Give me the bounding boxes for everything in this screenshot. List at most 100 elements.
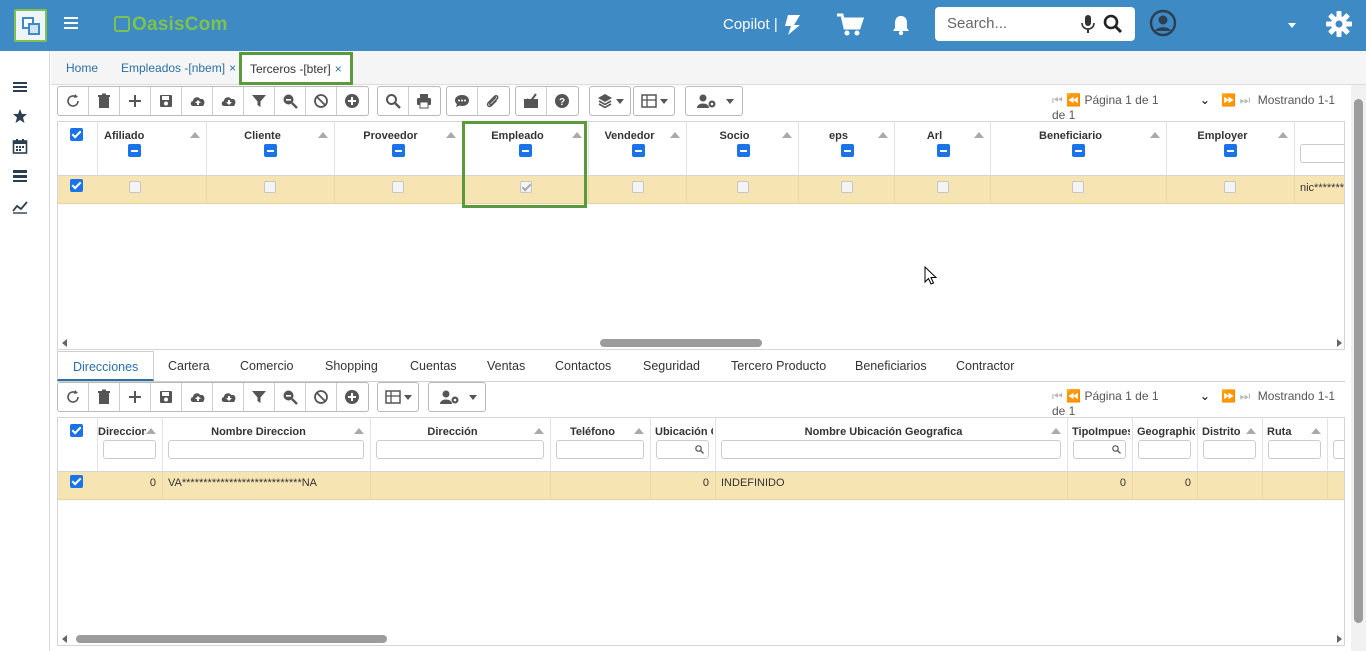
add-button[interactable] <box>120 87 151 115</box>
sort-icon[interactable] <box>782 132 792 138</box>
socio-checkbox[interactable] <box>737 181 749 193</box>
arl-checkbox[interactable] <box>937 181 949 193</box>
add-button[interactable] <box>120 383 151 411</box>
save-button[interactable] <box>151 383 182 411</box>
column-header[interactable]: Beneficiario <box>991 122 1167 176</box>
first-page-icon[interactable]: ⏮ <box>1052 93 1063 107</box>
column-header[interactable]: Nombre Direccion <box>163 418 371 472</box>
table-row[interactable]: nic******* <box>58 176 1344 204</box>
sort-icon[interactable] <box>1246 428 1256 434</box>
column-header[interactable]: eps <box>799 122 895 176</box>
filter-toggle-icon[interactable] <box>841 144 854 157</box>
filter-toggle-icon[interactable] <box>632 144 645 157</box>
search-icon[interactable] <box>695 445 704 454</box>
chat-button[interactable] <box>447 87 478 115</box>
bottom-horizontal-scrollbar[interactable] <box>62 634 1342 644</box>
sort-icon[interactable] <box>190 132 200 138</box>
column-header[interactable]: Socio <box>687 122 799 176</box>
zoom-out-button[interactable] <box>275 383 306 411</box>
last-page-icon[interactable]: ⏭ <box>1240 93 1251 107</box>
tab-tercero-producto[interactable]: Tercero Producto <box>731 351 826 381</box>
column-header[interactable]: Employer <box>1167 122 1295 176</box>
column-header[interactable]: Teléfono <box>551 418 651 472</box>
approve-button[interactable] <box>516 87 547 115</box>
refresh-button[interactable] <box>58 87 89 115</box>
column-header[interactable]: Cliente <box>207 122 335 176</box>
calendar-icon[interactable] <box>12 138 28 154</box>
tab-shopping[interactable]: Shopping <box>325 351 378 381</box>
scroll-right-icon[interactable] <box>1337 339 1342 347</box>
sort-icon[interactable] <box>572 132 582 138</box>
tab-contractor[interactable]: Contractor <box>956 351 1014 381</box>
scroll-right-icon[interactable] <box>1337 635 1342 643</box>
copilot-icon[interactable] <box>780 12 806 38</box>
add-circle-button[interactable] <box>337 383 368 411</box>
filter-toggle-icon[interactable] <box>519 144 532 157</box>
page-select-chevron-icon[interactable]: ⌄ <box>1200 93 1210 107</box>
user-settings-dropdown-button[interactable] <box>429 383 485 411</box>
sort-icon[interactable] <box>1150 132 1160 138</box>
filter-toggle-icon[interactable] <box>1072 144 1085 157</box>
cancel-button[interactable] <box>306 87 337 115</box>
layers-dropdown-button[interactable] <box>590 87 630 115</box>
row-checkbox[interactable] <box>70 475 83 488</box>
search-input[interactable] <box>947 15 1077 32</box>
tab-terceros[interactable]: Terceros -[bter] × <box>239 52 353 85</box>
column-filter-input[interactable] <box>168 440 364 459</box>
scroll-left-icon[interactable] <box>62 635 67 643</box>
scrollbar-thumb[interactable] <box>76 635 387 643</box>
user-settings-dropdown-button[interactable] <box>686 87 742 115</box>
employer-checkbox[interactable] <box>1224 181 1236 193</box>
tab-comercio[interactable]: Comercio <box>240 351 294 381</box>
column-filter-input[interactable] <box>556 440 644 459</box>
tab-home[interactable]: Home <box>66 51 98 85</box>
last-page-icon[interactable]: ⏭ <box>1240 389 1251 403</box>
prev-page-icon[interactable]: ⏪ <box>1066 93 1081 107</box>
vendedor-checkbox[interactable] <box>632 181 644 193</box>
gear-icon[interactable] <box>1325 10 1353 38</box>
filter-toggle-icon[interactable] <box>392 144 405 157</box>
menu-icon[interactable] <box>12 79 28 95</box>
column-header[interactable]: Geographic <box>1133 418 1198 472</box>
tab-cartera[interactable]: Cartera <box>168 351 210 381</box>
sort-icon[interactable] <box>1311 428 1321 434</box>
app-switcher-icon[interactable] <box>14 9 47 42</box>
search-icon[interactable] <box>1112 445 1121 454</box>
empleado-checkbox[interactable] <box>520 181 532 193</box>
scrollbar-thumb[interactable] <box>600 339 762 347</box>
search-icon[interactable] <box>1103 14 1123 34</box>
hamburger-menu-icon[interactable] <box>64 17 78 31</box>
column-filter-input[interactable] <box>1300 144 1344 163</box>
search-records-button[interactable] <box>378 87 409 115</box>
tab-cuentas[interactable]: Cuentas <box>410 351 457 381</box>
sort-icon[interactable] <box>534 428 544 434</box>
prev-page-icon[interactable]: ⏪ <box>1066 389 1081 403</box>
tab-direcciones[interactable]: Direcciones <box>57 351 155 381</box>
column-filter-input[interactable] <box>1138 440 1191 459</box>
microphone-icon[interactable] <box>1081 15 1095 33</box>
sort-icon[interactable] <box>354 428 364 434</box>
column-header[interactable]: Nombre Ubicación Geografica <box>716 418 1068 472</box>
select-all-checkbox[interactable] <box>70 128 83 141</box>
sort-icon[interactable] <box>974 132 984 138</box>
column-header[interactable]: Arl <box>895 122 991 176</box>
filter-button[interactable] <box>244 87 275 115</box>
delete-button[interactable] <box>89 87 120 115</box>
filter-toggle-icon[interactable] <box>737 144 750 157</box>
column-header[interactable]: Afiliado <box>98 122 207 176</box>
download-button[interactable] <box>213 383 244 411</box>
column-filter-input[interactable] <box>721 440 1061 459</box>
tab-beneficiarios[interactable]: Beneficiarios <box>855 351 927 381</box>
filter-button[interactable] <box>244 383 275 411</box>
tab-contactos[interactable]: Contactos <box>555 351 611 381</box>
sort-icon[interactable] <box>446 132 456 138</box>
download-button[interactable] <box>213 87 244 115</box>
scrollbar-thumb[interactable] <box>1354 99 1363 623</box>
save-button[interactable] <box>151 87 182 115</box>
select-all-checkbox[interactable] <box>70 424 83 437</box>
column-header[interactable]: Ruta <box>1263 418 1328 472</box>
sort-icon[interactable] <box>318 132 328 138</box>
scroll-left-icon[interactable] <box>62 339 67 347</box>
sort-icon[interactable] <box>670 132 680 138</box>
column-filter-input[interactable] <box>103 440 156 459</box>
